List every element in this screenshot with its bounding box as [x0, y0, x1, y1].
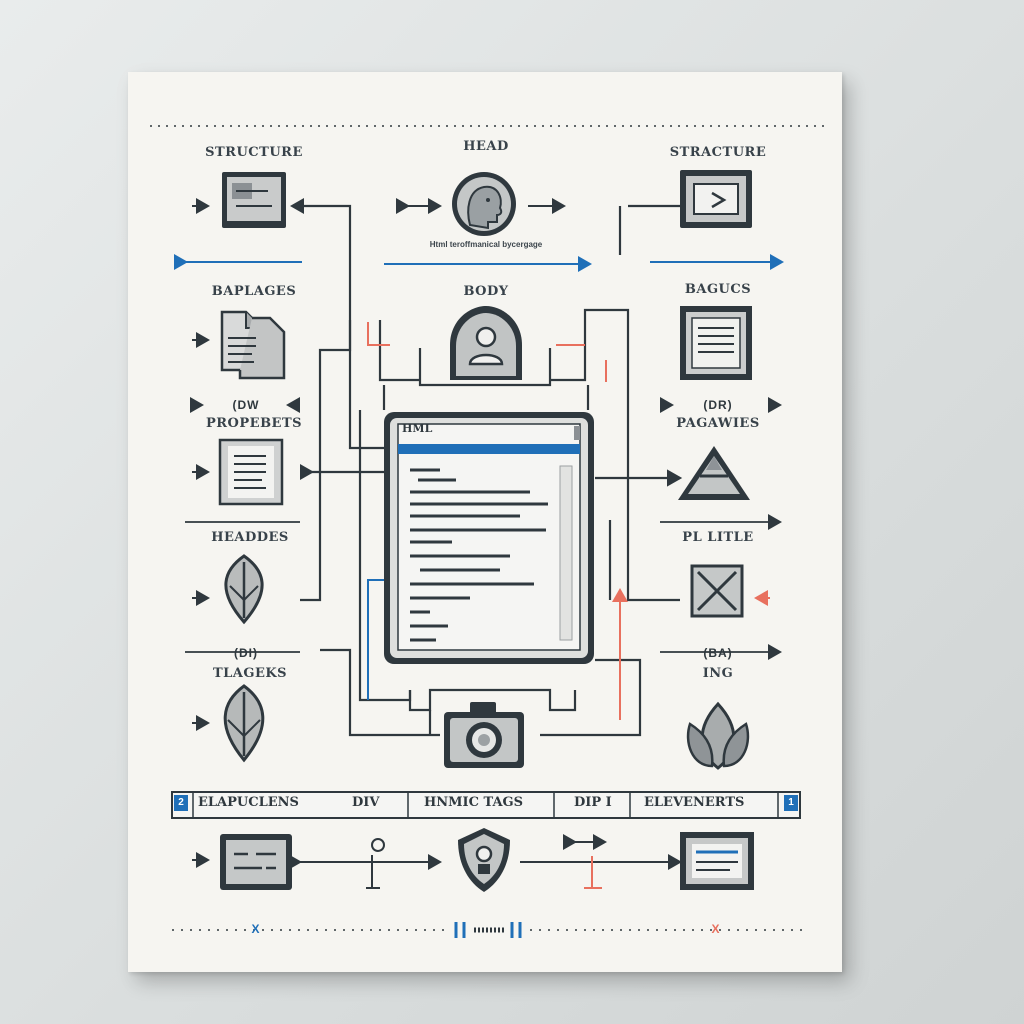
monitor-icon — [222, 172, 286, 228]
strip-badge-left: 2 — [174, 795, 188, 811]
label-tlageks: TLAGEKS — [212, 666, 288, 681]
label-pl-litle: PL LITLE — [682, 530, 754, 545]
tag-ba: (BA) — [703, 646, 733, 660]
shield-user-icon — [458, 828, 510, 892]
strip-segment: DIV — [352, 795, 380, 810]
pyramid-icon — [678, 446, 750, 500]
label-structure-left: STRUCTURE — [205, 145, 303, 160]
strip-segment: DIP I — [574, 795, 612, 810]
framed-list-icon — [680, 306, 752, 380]
code-window-icon — [680, 170, 752, 228]
strip-segment: ELAPUCLENS — [198, 795, 299, 810]
toggle-panel-icon — [220, 834, 292, 890]
label-headdes: HEADDES — [211, 530, 289, 545]
camera-icon — [444, 702, 524, 768]
label-baplages: BAPLAGES — [211, 284, 297, 299]
label-bagucs: BAGUCS — [684, 282, 752, 297]
html-structure-diagram — [150, 125, 828, 938]
strip-segment: ELEVENERTS — [644, 795, 745, 810]
html-window-title: HML — [402, 422, 433, 435]
html-document-window — [384, 412, 594, 664]
close-box-icon — [690, 564, 744, 618]
label-structure-right: STRACTURE — [669, 145, 767, 160]
footer-mark-left: X — [251, 922, 261, 936]
browser-window-icon — [680, 832, 754, 890]
tag-dr: (DR) — [703, 398, 733, 412]
label-propebets: PROPEBETS — [205, 416, 303, 431]
document-stack-icon — [220, 310, 286, 380]
diagram-sheet: STRUCTURE HEAD STRACTURE Html teroffmani… — [128, 72, 842, 972]
caption-head: Html teroffmanical bycergage — [429, 240, 543, 249]
label-body: BODY — [463, 284, 509, 299]
footer-mark-right: X — [711, 922, 721, 936]
leaf-icon — [223, 684, 265, 763]
head-profile-icon — [452, 172, 516, 236]
tag-di: (DI) — [234, 646, 258, 660]
label-img: ING — [702, 666, 734, 681]
strip-badge-right: 1 — [784, 795, 798, 811]
label-head: HEAD — [463, 139, 509, 154]
tag-dw: (DW — [232, 398, 260, 412]
page-icon — [218, 438, 284, 506]
footer-bracket-icon — [454, 922, 522, 938]
plant-icon — [686, 701, 750, 770]
leaf-icon — [224, 554, 264, 625]
strip-segment: HNMIC TAGS — [424, 795, 524, 810]
body-user-icon — [450, 306, 522, 380]
label-pagawies: PAGAWIES — [676, 416, 760, 431]
